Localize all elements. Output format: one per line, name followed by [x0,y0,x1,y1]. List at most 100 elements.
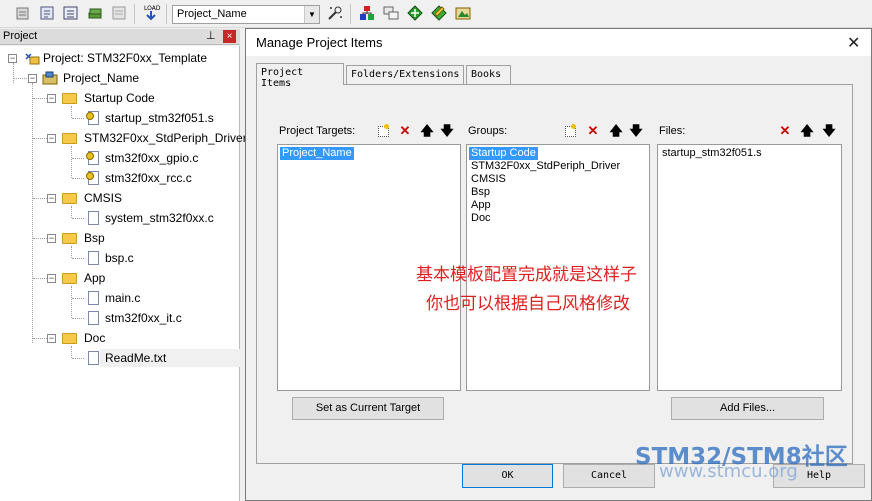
toolbar: LOAD Project_Name ▼ [0,0,872,28]
project-targets-label: Project Targets: [279,125,356,137]
watermark: STM32/STM8社区 www.stmcu.org [635,437,848,482]
tree-root-label: Project: STM32F0xx_Template [43,51,208,65]
collapse-icon[interactable]: − [47,274,56,283]
tree-root[interactable]: − Project: STM32F0xx_Template [0,48,240,68]
files-header: Files: ✕ 🡅 🡇 [659,121,843,141]
rebuild-icon[interactable] [62,4,80,22]
project-icon [24,51,40,65]
tree-group[interactable]: − CMSIS [0,188,240,208]
file-key-icon [86,171,99,185]
chevron-down-icon[interactable]: ▼ [304,6,319,23]
list-item[interactable]: CMSIS [469,173,508,186]
close-icon[interactable]: ✕ [847,33,860,53]
tree-target-label: Project_Name [63,71,140,85]
file-extensions-icon[interactable] [382,4,400,22]
move-down-icon[interactable]: 🡇 [628,123,644,139]
list-item[interactable]: App [469,199,493,212]
groups-header: Groups: ✕ 🡅 🡇 [468,121,650,141]
tree-file-label: main.c [105,291,141,305]
new-group-icon[interactable] [562,123,578,139]
tree-file[interactable]: system_stm32f0xx.c [0,208,240,228]
collapse-icon[interactable]: − [47,134,56,143]
panel-close-icon[interactable]: × [223,30,236,43]
tree-group-label: CMSIS [84,191,123,205]
move-up-icon[interactable]: 🡅 [608,123,624,139]
manage-rte-icon[interactable] [454,4,472,22]
pack-installer-icon[interactable] [406,4,424,22]
tree-file[interactable]: startup_stm32f051.s [0,108,240,128]
folder-icon [62,133,77,144]
select-software-packs-icon[interactable] [430,4,448,22]
target-select-value: Project_Name [177,8,247,20]
new-target-icon[interactable] [375,123,391,139]
dialog-titlebar: Manage Project Items ✕ [246,29,871,56]
tree-group-label: App [84,271,106,285]
files-label: Files: [659,125,686,137]
tree-file-label: startup_stm32f051.s [105,111,214,125]
list-item[interactable]: STM32F0xx_StdPeriph_Driver [469,160,622,173]
collapse-icon[interactable]: − [8,54,17,63]
list-item[interactable]: startup_stm32f051.s [660,147,764,160]
tree-file[interactable]: stm32f0xx_rcc.c [0,168,240,188]
delete-target-icon[interactable]: ✕ [397,123,413,139]
tab-project-items[interactable]: Project Items [256,63,344,89]
tree-file[interactable]: stm32f0xx_it.c [0,308,240,328]
file-icon [88,211,99,225]
collapse-icon[interactable]: − [47,194,56,203]
tree-group-label: Doc [84,331,106,345]
files-list[interactable]: startup_stm32f051.s [657,144,842,391]
move-down-icon[interactable]: 🡇 [439,123,455,139]
move-down-icon[interactable]: 🡇 [821,123,837,139]
tree-group-label: Bsp [84,231,105,245]
tree-file[interactable]: bsp.c [0,248,240,268]
project-tree: − Project: STM32F0xx_Template − Project_… [0,46,247,501]
tree-group-label: STM32F0xx_StdPeriph_Driver [84,131,247,145]
folder-icon [62,93,77,104]
tree-group[interactable]: − Doc [0,328,240,348]
tree-file-label: stm32f0xx_rcc.c [105,171,192,185]
tree-group[interactable]: − Startup Code [0,88,240,108]
tab-folders-extensions[interactable]: Folders/Extensions [346,65,464,84]
batch-build-icon[interactable] [86,4,104,22]
tree-file[interactable]: ReadMe.txt [0,348,240,368]
tree-file[interactable]: main.c [0,288,240,308]
tree-file-label: bsp.c [105,251,134,265]
move-up-icon[interactable]: 🡅 [799,123,815,139]
collapse-icon[interactable]: − [47,94,56,103]
file-icon [88,291,99,305]
build-icon[interactable] [38,4,56,22]
tab-books[interactable]: Books [466,65,511,84]
groups-label: Groups: [468,125,508,137]
collapse-icon[interactable]: − [47,334,56,343]
list-item[interactable]: Doc [469,212,493,225]
stop-build-icon[interactable] [110,4,128,22]
download-icon[interactable]: LOAD [142,3,161,21]
tree-group[interactable]: − App [0,268,240,288]
translate-icon[interactable] [14,4,32,22]
list-item[interactable]: Bsp [469,186,492,199]
list-item[interactable]: Project_Name [280,147,354,160]
collapse-icon[interactable]: − [47,234,56,243]
add-files-button[interactable]: Add Files... [671,397,824,420]
tree-file-label: stm32f0xx_gpio.c [105,151,199,165]
target-select[interactable]: Project_Name ▼ [172,5,320,24]
manage-components-icon[interactable] [358,4,376,22]
delete-group-icon[interactable]: ✕ [585,123,601,139]
move-up-icon[interactable]: 🡅 [419,123,435,139]
target-options-icon[interactable] [326,4,344,22]
annotation-line-1: 基本模板配置完成就是这样子 [416,265,637,285]
ok-button[interactable]: OK [462,464,553,488]
folder-icon [62,193,77,204]
list-item[interactable]: Startup Code [469,147,538,160]
folder-icon [62,273,77,284]
pin-icon[interactable]: ⊥ [206,29,216,42]
file-key-icon [86,111,99,125]
tree-group[interactable]: − Bsp [0,228,240,248]
set-current-target-button[interactable]: Set as Current Target [292,397,444,420]
tree-file[interactable]: stm32f0xx_gpio.c [0,148,240,168]
tree-target[interactable]: − Project_Name [0,68,240,88]
delete-file-icon[interactable]: ✕ [777,123,793,139]
tree-group[interactable]: − STM32F0xx_StdPeriph_Driver [0,128,247,148]
collapse-icon[interactable]: − [28,74,37,83]
file-icon [88,311,99,325]
